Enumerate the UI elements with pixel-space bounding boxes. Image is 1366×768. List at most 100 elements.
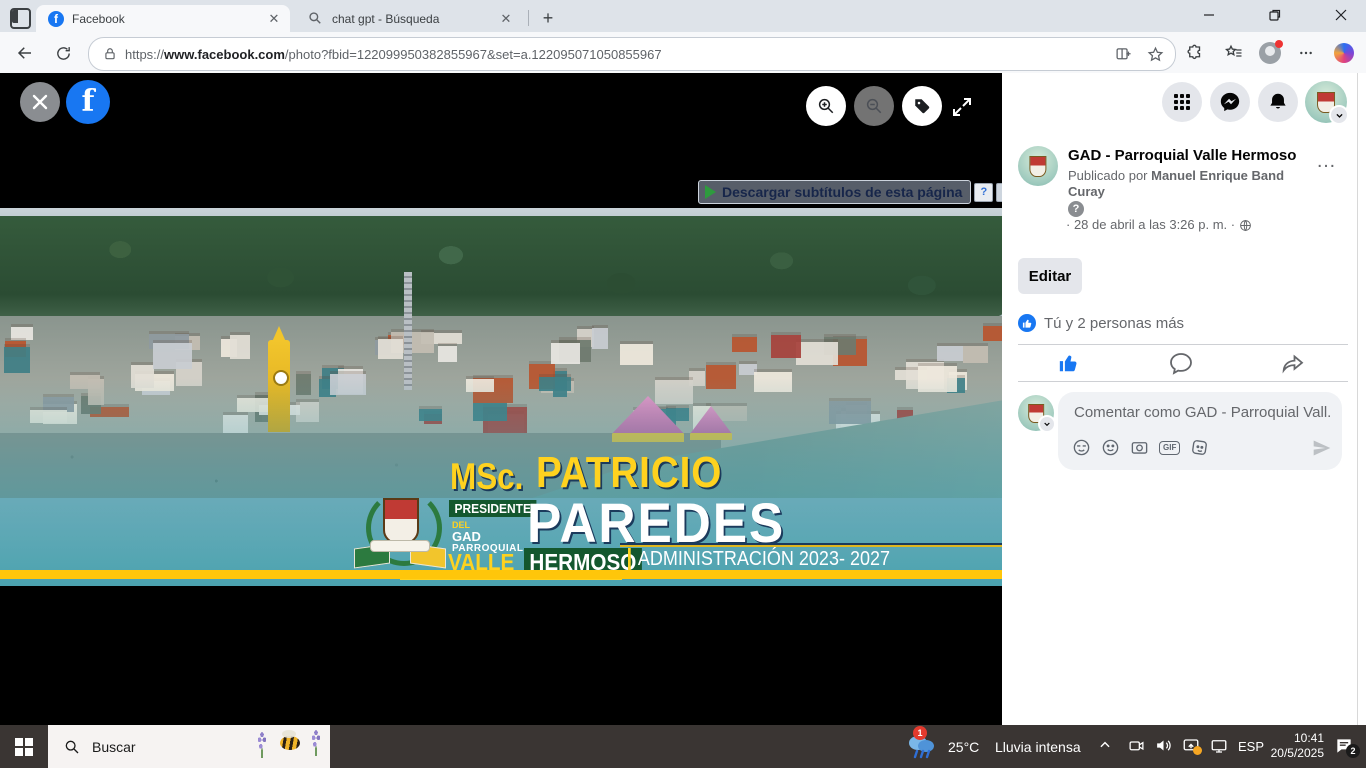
- avatar-sticker-icon[interactable]: [1072, 438, 1091, 457]
- help-question-icon[interactable]: ?: [1068, 201, 1084, 217]
- weather-widget-icon[interactable]: 1: [905, 729, 939, 763]
- campaign-gad: GAD: [452, 529, 481, 544]
- extensions-icon[interactable]: [1183, 41, 1207, 65]
- likes-summary-row[interactable]: Tú y 2 personas más: [1018, 314, 1184, 332]
- new-tab-button[interactable]: +: [536, 6, 560, 30]
- campaign-role: PRESIDENTE: [449, 500, 536, 517]
- copilot-icon[interactable]: [1332, 41, 1356, 65]
- comment-toolbar: GIF: [1072, 438, 1209, 457]
- favorite-star-icon[interactable]: [1143, 42, 1167, 66]
- window-minimize-button[interactable]: [1186, 0, 1232, 30]
- tab-close-icon[interactable]: ✕: [498, 11, 514, 27]
- notification-badge: 2: [1346, 744, 1360, 758]
- page-avatar[interactable]: [1018, 146, 1058, 186]
- profile-avatar-icon[interactable]: [1258, 41, 1282, 65]
- window-restore-button[interactable]: [1252, 0, 1298, 30]
- windows-logo-icon: [15, 738, 33, 756]
- tab-title: chat gpt - Búsqueda: [332, 12, 498, 26]
- bee-icon: [280, 736, 300, 750]
- tag-photo-button[interactable]: [902, 86, 942, 126]
- browser-menu-icon[interactable]: [1294, 41, 1318, 65]
- post-more-button[interactable]: …: [1316, 150, 1338, 173]
- subtitle-banner: Descargar subtítulos de esta página ? X: [698, 180, 1002, 204]
- post-timestamp[interactable]: · 28 de abril a las 3:26 p. m. ·: [1066, 217, 1252, 233]
- taskbar-search[interactable]: Buscar: [48, 725, 330, 768]
- share-button[interactable]: [1243, 346, 1343, 380]
- divider: [1018, 344, 1348, 345]
- campaign-administration: ADMINISTRACIÓN 2023- 2027: [628, 548, 890, 571]
- comment-button[interactable]: [1131, 346, 1231, 380]
- chevron-down-icon: [1329, 105, 1349, 125]
- thumbs-up-icon: [1058, 352, 1080, 374]
- tray-language[interactable]: ESP: [1238, 739, 1264, 754]
- weather-temp[interactable]: 25°C: [948, 739, 979, 755]
- account-avatar-button[interactable]: [1305, 81, 1347, 123]
- tab-separator: [528, 10, 529, 26]
- photo-image[interactable]: MSc. PATRICIO PRESIDENTE DEL GAD PARROQU…: [0, 208, 1002, 586]
- refresh-button[interactable]: [50, 40, 76, 66]
- fullscreen-icon[interactable]: [950, 95, 974, 119]
- edit-post-button[interactable]: Editar: [1018, 258, 1082, 294]
- share-icon: [1281, 351, 1305, 375]
- tab-title: Facebook: [72, 12, 266, 26]
- favorites-bar-icon[interactable]: [1222, 41, 1246, 65]
- tray-date: 20/5/2025: [1268, 746, 1324, 761]
- photo-forest: [0, 216, 1002, 328]
- photo-viewer: MSc. PATRICIO PRESIDENTE DEL GAD PARROQU…: [0, 73, 1002, 725]
- tray-clock[interactable]: 10:41 20/5/2025: [1268, 731, 1324, 761]
- chevron-down-icon: [1038, 415, 1056, 433]
- back-button[interactable]: [12, 40, 38, 66]
- notifications-button[interactable]: [1258, 82, 1298, 122]
- search-decoration: [254, 728, 324, 765]
- weather-desc[interactable]: Lluvia intensa: [995, 739, 1081, 755]
- emoji-icon[interactable]: [1101, 438, 1120, 457]
- zoom-out-button[interactable]: [854, 86, 894, 126]
- close-photo-button[interactable]: [20, 82, 60, 122]
- campaign-degree: MSc.: [450, 456, 523, 498]
- tray-time: 10:41: [1268, 731, 1324, 746]
- photo-yellow-stripe: [0, 570, 1002, 579]
- messenger-button[interactable]: [1210, 82, 1250, 122]
- start-button[interactable]: [0, 725, 48, 768]
- subtitle-banner-help-button[interactable]: ?: [974, 183, 993, 202]
- tab-facebook[interactable]: f Facebook ✕: [36, 5, 290, 32]
- tray-network-icon[interactable]: [1210, 737, 1228, 755]
- messenger-icon: [1219, 91, 1241, 113]
- globe-icon: [1239, 219, 1252, 232]
- facebook-logo[interactable]: f: [66, 80, 110, 124]
- tab-chatgpt-search[interactable]: chat gpt - Búsqueda ✕: [296, 5, 522, 32]
- comment-placeholder: Comentar como GAD - Parroquial Vall...: [1074, 404, 1330, 421]
- camera-icon[interactable]: [1130, 438, 1149, 457]
- notification-center-button[interactable]: 2: [1334, 736, 1354, 756]
- gif-icon[interactable]: GIF: [1159, 441, 1180, 455]
- tab-actions-icon[interactable]: [10, 8, 31, 29]
- tray-chevron-icon[interactable]: [1098, 738, 1112, 752]
- search-placeholder: Buscar: [92, 739, 136, 755]
- address-bar[interactable]: https://www.facebook.com/photo?fbid=1220…: [88, 37, 1176, 71]
- send-comment-button[interactable]: [1312, 438, 1332, 458]
- zoom-in-button[interactable]: [806, 86, 846, 126]
- screen: f Facebook ✕ chat gpt - Búsqueda ✕ + htt…: [0, 0, 1366, 768]
- search-icon: [64, 739, 80, 755]
- like-button[interactable]: [1019, 346, 1119, 380]
- likes-summary-text: Tú y 2 personas más: [1044, 315, 1184, 332]
- sticker-icon[interactable]: [1190, 438, 1209, 457]
- sidebar-scrollbar[interactable]: [1357, 73, 1358, 725]
- tray-screenshare-icon[interactable]: [1182, 737, 1200, 755]
- split-screen-icon[interactable]: [1111, 42, 1135, 66]
- photo-antenna-tower: [404, 272, 412, 390]
- tab-close-icon[interactable]: ✕: [266, 11, 282, 27]
- tray-meetnow-icon[interactable]: [1128, 737, 1145, 754]
- window-close-button[interactable]: [1318, 0, 1364, 30]
- commenter-avatar[interactable]: [1018, 395, 1054, 431]
- tray-volume-icon[interactable]: [1155, 737, 1172, 754]
- page-name[interactable]: GAD - Parroquial Valle Hermoso: [1068, 147, 1296, 164]
- published-by: Publicado por Manuel Enrique Band Curay: [1068, 168, 1298, 200]
- search-favicon: [308, 11, 324, 27]
- url-text: https://www.facebook.com/photo?fbid=1220…: [125, 47, 1111, 62]
- play-icon: [705, 185, 716, 199]
- apps-menu-button[interactable]: [1162, 82, 1202, 122]
- lock-icon: [103, 47, 117, 61]
- weather-badge: 1: [913, 726, 927, 740]
- subtitle-banner-pill[interactable]: Descargar subtítulos de esta página: [698, 180, 971, 204]
